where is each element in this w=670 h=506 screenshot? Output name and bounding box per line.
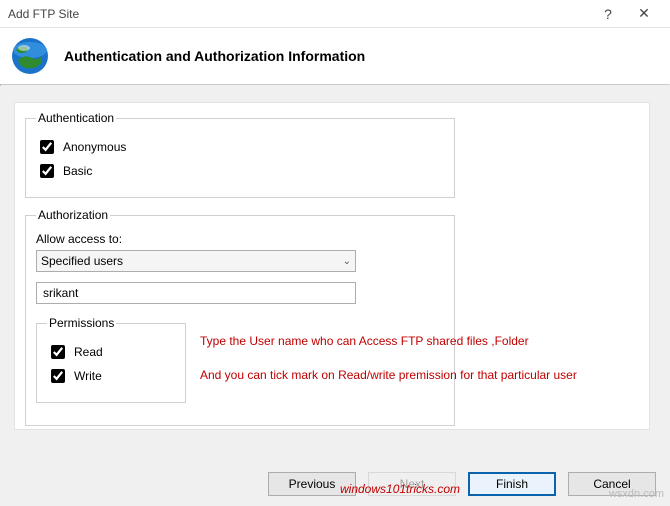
basic-checkbox[interactable] [40, 164, 54, 178]
anonymous-label: Anonymous [63, 140, 126, 154]
finish-button[interactable]: Finish [468, 472, 556, 496]
read-label: Read [74, 345, 103, 359]
authentication-legend: Authentication [36, 111, 116, 125]
write-label: Write [74, 369, 102, 383]
write-row: Write [47, 366, 175, 386]
annotation-permissions: And you can tick mark on Read/write prem… [200, 368, 577, 382]
wizard-buttons: Previous Next Finish Cancel [268, 472, 656, 496]
write-checkbox[interactable] [51, 369, 65, 383]
basic-row: Basic [36, 161, 444, 181]
globe-icon [10, 36, 50, 76]
allow-access-select[interactable]: Specified users ⌄ [36, 250, 356, 272]
help-button[interactable]: ? [590, 6, 626, 22]
annotation-username: Type the User name who can Access FTP sh… [200, 334, 529, 348]
header: Authentication and Authorization Informa… [0, 28, 670, 84]
anonymous-checkbox[interactable] [40, 140, 54, 154]
authorization-legend: Authorization [36, 208, 110, 222]
anonymous-row: Anonymous [36, 137, 444, 157]
user-input[interactable] [36, 282, 356, 304]
page-heading: Authentication and Authorization Informa… [64, 48, 365, 64]
next-button: Next [368, 472, 456, 496]
authorization-group: Authorization Allow access to: Specified… [25, 208, 455, 426]
read-row: Read [47, 342, 175, 362]
content-panel: Authentication Anonymous Basic Authoriza… [14, 102, 650, 430]
permissions-group: Permissions Read Write [36, 316, 186, 403]
read-checkbox[interactable] [51, 345, 65, 359]
allow-access-selected: Specified users [41, 254, 123, 268]
page-body: Authentication Anonymous Basic Authoriza… [0, 86, 670, 506]
allow-access-label: Allow access to: [36, 232, 444, 246]
close-button[interactable]: ✕ [626, 5, 662, 22]
cancel-button[interactable]: Cancel [568, 472, 656, 496]
permissions-legend: Permissions [47, 316, 116, 330]
chevron-down-icon: ⌄ [343, 256, 351, 267]
titlebar: Add FTP Site ? ✕ [0, 0, 670, 28]
basic-label: Basic [63, 164, 92, 178]
previous-button[interactable]: Previous [268, 472, 356, 496]
authentication-group: Authentication Anonymous Basic [25, 111, 455, 198]
window-title: Add FTP Site [8, 7, 590, 21]
